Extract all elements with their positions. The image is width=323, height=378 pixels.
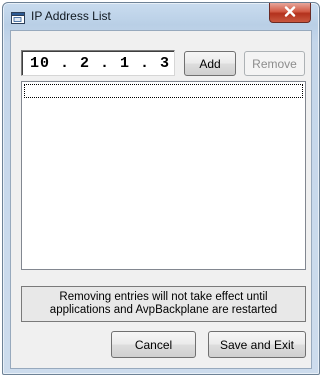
- close-button[interactable]: [269, 3, 311, 23]
- list-focus-rectangle: [24, 84, 303, 98]
- dialog-window: IP Address List 10 . 2 . 1 . 3 Add Remov…: [2, 2, 320, 375]
- ip-address-list[interactable]: [21, 81, 306, 270]
- ip-address-input[interactable]: 10 . 2 . 1 . 3: [21, 50, 175, 76]
- add-button[interactable]: Add: [184, 51, 236, 76]
- save-and-exit-button[interactable]: Save and Exit: [208, 331, 306, 358]
- notice-line-2: applications and AvpBackplane are restar…: [49, 304, 278, 316]
- notice-line-1: Removing entries will not take effect un…: [59, 291, 268, 303]
- cancel-button[interactable]: Cancel: [111, 331, 196, 358]
- remove-button[interactable]: Remove: [244, 51, 305, 76]
- close-icon: [284, 4, 296, 22]
- window-title: IP Address List: [31, 9, 111, 23]
- title-bar[interactable]: IP Address List: [3, 3, 319, 31]
- window-app-icon: [11, 11, 25, 24]
- restart-notice: Removing entries will not take effect un…: [21, 286, 306, 322]
- dialog-client-area: 10 . 2 . 1 . 3 Add Remove Removing entri…: [10, 30, 312, 369]
